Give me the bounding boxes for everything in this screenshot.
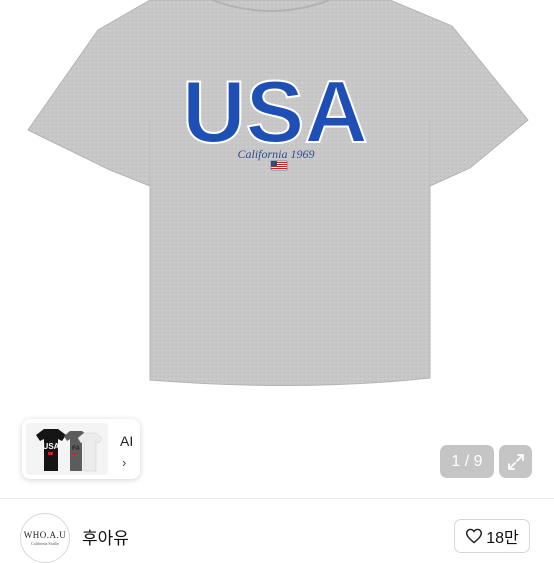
seller-avatar[interactable]: WHO.A.U California Studio [20, 513, 70, 563]
svg-text:FA: FA [72, 446, 80, 452]
image-counter: 1 / 9 [440, 445, 494, 478]
divider [0, 498, 554, 499]
thumbnail-print: USA [43, 442, 60, 451]
ai-label: AI [120, 433, 134, 449]
heart-icon [466, 528, 483, 544]
expand-icon [507, 453, 524, 470]
expand-button[interactable] [499, 445, 532, 478]
flag-icon [270, 160, 288, 171]
like-count: 18만 [486, 530, 519, 547]
thumbnail-image: USA FA [26, 423, 108, 475]
chevron-right-icon[interactable]: › [122, 455, 126, 470]
seller-logo-text: WHO.A.U [23, 530, 67, 540]
ai-thumbnail-card[interactable]: USA FA AI › [22, 419, 140, 479]
product-image-area[interactable]: USA California 1969 USA FA AI › 1 / 9 [0, 0, 554, 498]
like-button[interactable]: 18만 [454, 519, 530, 553]
seller-logo-subtext: California Studio [31, 541, 59, 546]
california-print: California 1969 [237, 147, 314, 161]
seller-name[interactable]: 후아유 [82, 524, 129, 549]
